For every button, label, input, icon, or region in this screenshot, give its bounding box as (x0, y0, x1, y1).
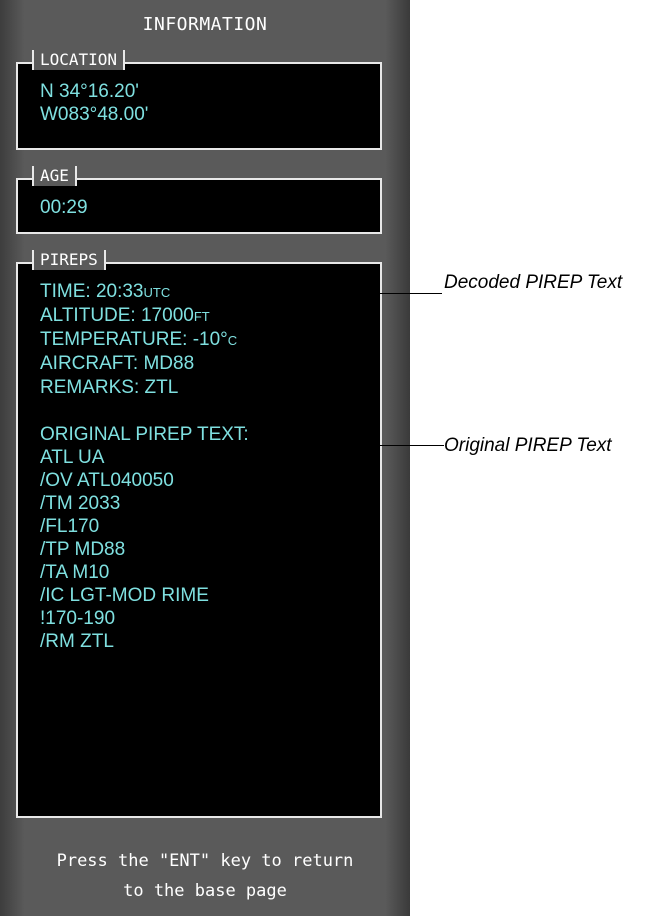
age-value: 00:29 (40, 197, 88, 218)
original-line: !170-190 (40, 608, 116, 629)
footer-line-2: to the base page (123, 881, 287, 901)
longitude-value: W083°48.00' (40, 104, 149, 125)
pireps-label: PIREPS (32, 250, 106, 274)
decoded-temperature: TEMPERATURE: -10°C (40, 329, 238, 350)
age-box: AGE 00:29 (16, 166, 382, 234)
decoded-callout: Decoded PIREP Text (444, 272, 623, 293)
original-line: /TP MD88 (40, 539, 126, 560)
decoded-leader-line (210, 293, 442, 294)
decoded-remarks: REMARKS: ZTL (40, 377, 179, 398)
original-line: /OV ATL040050 (40, 470, 174, 491)
footer-instructions: Press the "ENT" key to return to the bas… (0, 846, 410, 906)
decoded-altitude: ALTITUDE: 17000FT (40, 305, 210, 326)
window-title: INFORMATION (142, 14, 268, 35)
latitude-value: N 34°16.20' (40, 81, 139, 102)
original-line: /FL170 (40, 516, 100, 537)
original-line: /IC LGT-MOD RIME (40, 585, 209, 606)
original-line: /RM ZTL (40, 631, 114, 652)
pireps-box[interactable]: PIREPS TIME: 20:33UTC ALTITUDE: 17000FT … (16, 250, 382, 818)
location-box: LOCATION N 34°16.20' W083°48.00' (16, 50, 382, 150)
original-callout: Original PIREP Text (444, 435, 612, 456)
original-heading: ORIGINAL PIREP TEXT: (40, 424, 249, 445)
original-leader-line (120, 445, 444, 446)
location-label: LOCATION (32, 50, 126, 74)
footer-line-1: Press the "ENT" key to return (56, 851, 354, 871)
original-line: ATL UA (40, 447, 105, 468)
age-label: AGE (31, 166, 77, 190)
decoded-aircraft: AIRCRAFT: MD88 (40, 353, 195, 374)
decoded-time: TIME: 20:33UTC (40, 281, 171, 302)
original-line: /TM 2033 (40, 493, 121, 514)
original-line: /TA M10 (40, 562, 110, 583)
information-window: INFORMATION LOCATION N 34°16.20' W083°48… (0, 0, 410, 916)
